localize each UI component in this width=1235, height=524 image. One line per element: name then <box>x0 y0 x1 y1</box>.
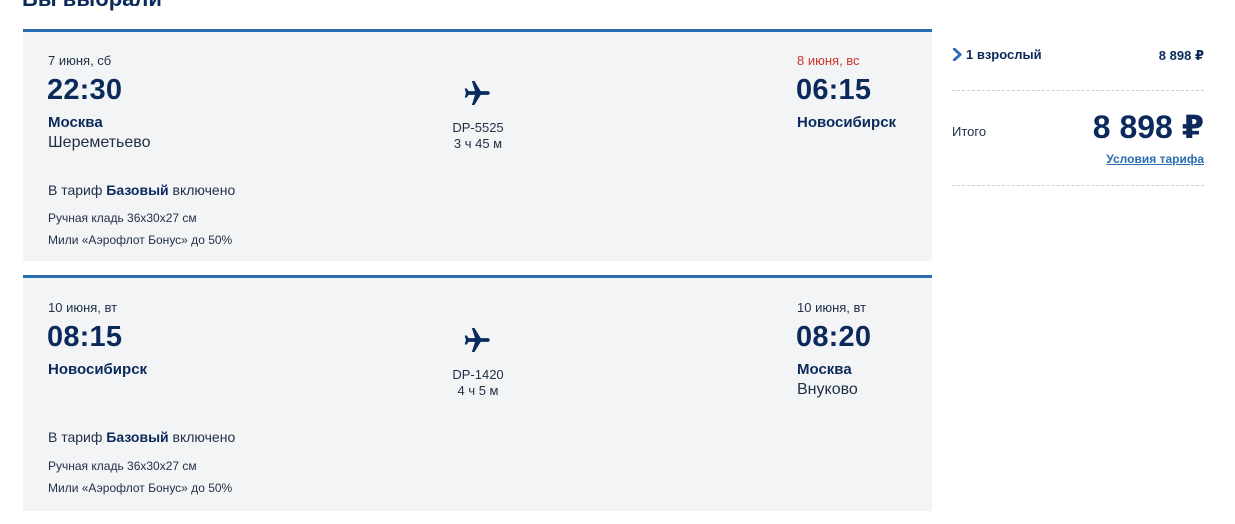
flight-info: DP-1420 4 ч 5 м <box>418 367 538 399</box>
tariff-line: В тариф Базовый включено <box>48 429 236 445</box>
divider <box>952 90 1204 91</box>
departure-time: 22:30 <box>47 74 123 106</box>
departure-time: 08:15 <box>47 321 123 353</box>
tariff-line: В тариф Базовый включено <box>48 182 236 198</box>
flight-number: DP-1420 <box>452 367 504 382</box>
arrival-city: Москва <box>797 361 852 378</box>
feature-miles: Мили «Аэрофлот Бонус» до 50% <box>48 233 233 247</box>
feature-hand-luggage: Ручная кладь 36x30x27 см <box>48 211 197 225</box>
flight-duration: 4 ч 5 м <box>457 383 499 398</box>
departure-city: Новосибирск <box>48 361 148 378</box>
flight-card-return: 10 июня, вт 08:15 Новосибирск DP-1420 4 … <box>23 275 932 511</box>
passengers-label: 1 взрослый <box>966 47 1042 62</box>
passengers-toggle[interactable]: 1 взрослый <box>952 47 1042 62</box>
chevron-right-icon <box>952 48 962 61</box>
plane-icon <box>464 327 490 353</box>
flight-card-outbound: 7 июня, сб 22:30 Москва Шереметьево DP-5… <box>23 29 932 261</box>
arrival-time: 06:15 <box>796 74 872 106</box>
arrival-time: 08:20 <box>796 321 872 353</box>
flight-info: DP-5525 3 ч 45 м <box>418 120 538 152</box>
total-label: Итого <box>952 124 987 139</box>
flight-duration: 3 ч 45 м <box>453 136 503 151</box>
plane-icon <box>464 80 490 106</box>
total-price: 8 898 ₽ <box>1092 109 1204 145</box>
divider <box>952 185 1204 186</box>
departure-city: Москва <box>48 114 103 131</box>
tariff-conditions-link[interactable]: Условия тарифа <box>1106 152 1204 166</box>
departure-airport: Шереметьево <box>48 134 151 151</box>
tariff-name: Базовый <box>106 429 169 445</box>
flight-number: DP-5525 <box>452 120 504 135</box>
arrival-city: Новосибирск <box>797 114 897 131</box>
arrival-date: 10 июня, вт <box>797 300 867 315</box>
passengers-price: 8 898 ₽ <box>1158 48 1204 63</box>
page-heading: Вы выбрали <box>22 0 162 12</box>
feature-miles: Мили «Аэрофлот Бонус» до 50% <box>48 481 233 495</box>
tariff-name: Базовый <box>106 182 169 198</box>
arrival-date: 8 июня, вс <box>797 53 860 68</box>
departure-date: 7 июня, сб <box>48 53 112 68</box>
arrival-airport: Внуково <box>797 381 858 398</box>
feature-hand-luggage: Ручная кладь 36x30x27 см <box>48 459 197 473</box>
departure-date: 10 июня, вт <box>48 300 118 315</box>
